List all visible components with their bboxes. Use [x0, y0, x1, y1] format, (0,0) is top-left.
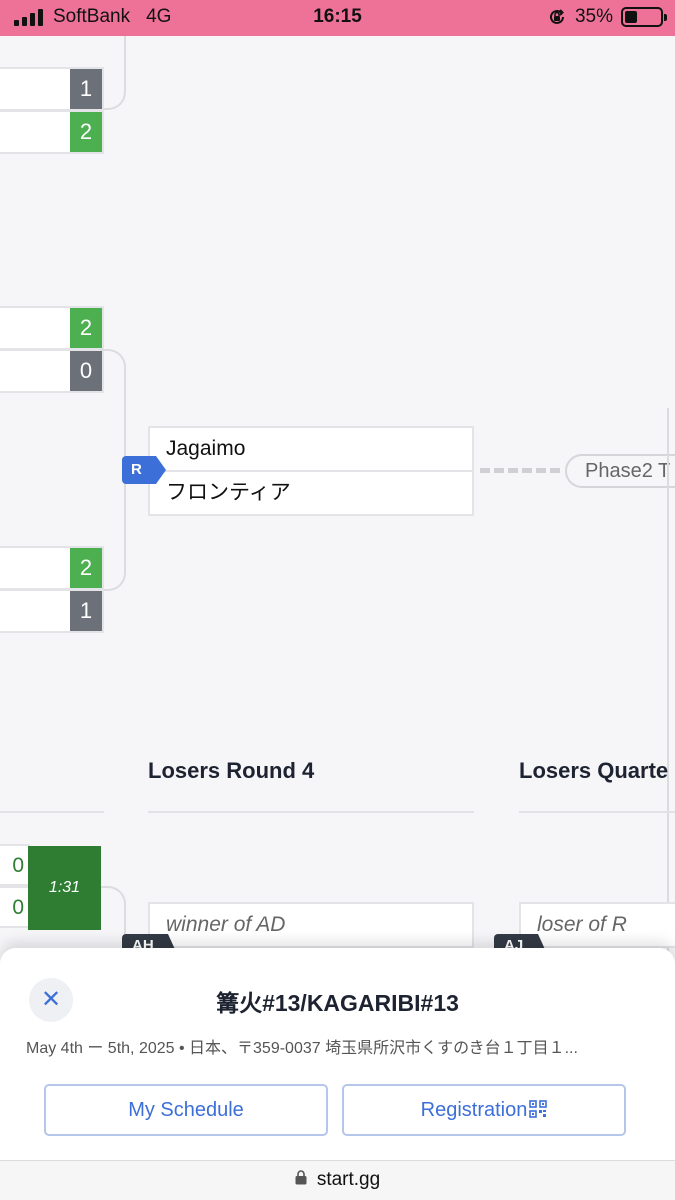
match-card-r[interactable]: Jagaimo フロンティア — [148, 426, 474, 516]
status-bar: SoftBank 4G 16:15 35% — [0, 0, 675, 36]
player-slot[interactable]: 1 — [0, 67, 104, 111]
score-box: 2 — [70, 308, 102, 348]
score-box: 2 — [70, 112, 102, 152]
score-box: 0 — [70, 351, 102, 391]
score-box: 1 — [70, 69, 102, 109]
battery-percent: 35% — [574, 6, 613, 27]
match-player-1: Jagaimo — [166, 437, 246, 460]
live-score: 0 — [12, 854, 24, 877]
round-title: Losers Quarte — [519, 758, 669, 783]
bracket-view[interactable]: 1 2 2 0 2 1 Jagaimo フロンティア R Phase2 T Lo… — [0, 36, 675, 956]
player-slot[interactable]: 0 — [0, 844, 30, 886]
event-title: 篝火#13/KAGARIBI#13 — [216, 990, 459, 1016]
qr-code-icon — [529, 1099, 548, 1118]
player-slot[interactable]: 0 — [0, 886, 30, 928]
divider — [519, 811, 675, 813]
player-slot[interactable]: 1 — [0, 589, 104, 633]
placeholder-slot[interactable]: winner of AD — [148, 902, 474, 948]
player-slot[interactable]: 0 — [0, 349, 104, 393]
score-box: 2 — [70, 548, 102, 588]
match-timer: 1:31 — [28, 846, 101, 930]
status-right: 35% — [547, 6, 667, 28]
round-title: Losers Round 4 — [148, 758, 315, 783]
next-phase-pill[interactable]: Phase2 T — [565, 454, 675, 488]
match-tag: R — [122, 456, 166, 484]
event-meta: May 4th ー 5th, 2025 • 日本、〒359-0037 埼玉県所沢… — [26, 1040, 578, 1057]
battery-fill — [625, 11, 637, 23]
live-score: 0 — [12, 896, 24, 919]
player-slot[interactable]: 2 — [0, 110, 104, 154]
score-box: 1 — [70, 591, 102, 631]
player-slot[interactable]: 2 — [0, 306, 104, 350]
url-domain: start.gg — [316, 1169, 381, 1190]
divider — [0, 811, 104, 813]
event-bottom-sheet: ✕ 篝火#13/KAGARIBI#13 May 4th ー 5th, 2025 … — [0, 948, 675, 1160]
bracket-line — [667, 408, 669, 956]
my-schedule-label: My Schedule — [128, 1099, 244, 1121]
dashed-connector — [480, 468, 560, 473]
battery-icon — [621, 7, 667, 27]
rotation-lock-icon — [549, 9, 564, 24]
url-bar[interactable]: start.gg — [0, 1160, 675, 1200]
registration-button[interactable]: Registration — [342, 1084, 626, 1136]
divider — [148, 811, 474, 813]
match-player-2: フロンティア — [150, 470, 472, 512]
lock-icon — [295, 1170, 307, 1185]
my-schedule-button[interactable]: My Schedule — [44, 1084, 328, 1136]
registration-label: Registration — [420, 1099, 528, 1121]
player-slot[interactable]: 2 — [0, 546, 104, 590]
